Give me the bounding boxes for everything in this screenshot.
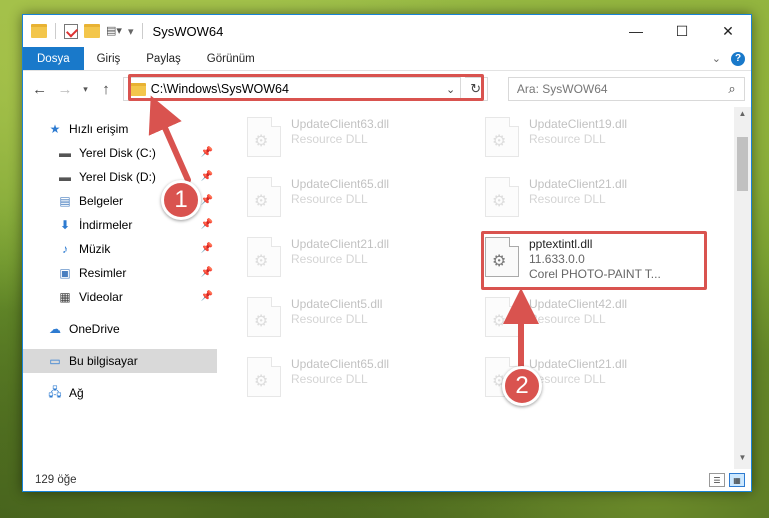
step-2-badge: 2: [502, 366, 542, 406]
scroll-up-icon[interactable]: ▲: [734, 109, 751, 123]
dll-file-icon: ⚙: [485, 177, 519, 217]
tab-share[interactable]: Paylaş: [133, 47, 194, 70]
documents-icon: ▤: [59, 194, 71, 208]
network-icon: 🖧: [48, 384, 62, 399]
file-tile[interactable]: ⚙ UpdateClient42.dll Resource DLL: [485, 297, 705, 343]
forward-arrow-icon[interactable]: →: [54, 81, 75, 98]
pin-icon[interactable]: 📌: [201, 147, 213, 158]
tab-file[interactable]: Dosya: [23, 47, 84, 70]
pin-icon[interactable]: 📌: [201, 267, 213, 278]
window-controls: — ☐ ✕: [613, 15, 751, 47]
navigation-pane: ★ Hızlı erişim ▬ Yerel Disk (C:) 📌 ▬ Yer…: [23, 107, 217, 469]
title-bar: ▤▾ ▾ SysWOW64 — ☐ ✕: [23, 15, 751, 47]
customize-toolbar-icon[interactable]: ▾: [128, 25, 134, 38]
folder-icon: [31, 24, 47, 38]
file-highlight-box: [481, 231, 707, 290]
maximize-button[interactable]: ☐: [659, 15, 705, 47]
file-tile[interactable]: ⚙ UpdateClient19.dll Resource DLL: [485, 117, 705, 163]
scroll-down-icon[interactable]: ▼: [734, 453, 751, 467]
tab-view[interactable]: Görünüm: [194, 47, 268, 70]
address-highlight-box: [128, 74, 484, 101]
up-arrow-icon[interactable]: ↑: [95, 81, 116, 98]
tab-home[interactable]: Giriş: [84, 47, 134, 70]
computer-icon: ▭: [49, 354, 61, 368]
file-tile[interactable]: ⚙ UpdateClient5.dll Resource DLL: [247, 297, 467, 343]
music-icon: ♪: [62, 242, 68, 256]
sidebar-item-this-pc[interactable]: ▭ Bu bilgisayar: [23, 349, 217, 373]
tiles-view-icon[interactable]: ▦: [729, 473, 745, 487]
sidebar-item-quick-access[interactable]: ★ Hızlı erişim: [23, 117, 217, 141]
ribbon: Dosya Giriş Paylaş Görünüm ⌄ ?: [23, 47, 751, 71]
search-icon[interactable]: ⌕: [720, 81, 744, 97]
dll-file-icon: ⚙: [485, 117, 519, 157]
file-tile[interactable]: ⚙ UpdateClient65.dll Resource DLL: [247, 177, 467, 223]
dll-file-icon: ⚙: [247, 177, 281, 217]
file-tile[interactable]: ⚙ UpdateClient65.dll Resource DLL: [247, 357, 467, 403]
drive-icon: ▬: [59, 146, 71, 160]
pin-icon[interactable]: 📌: [201, 219, 213, 230]
step-1-badge: 1: [161, 180, 201, 220]
dll-file-icon: ⚙: [247, 297, 281, 337]
sidebar-item-music[interactable]: ♪ Müzik 📌: [23, 237, 217, 261]
minimize-button[interactable]: —: [613, 15, 659, 47]
sidebar-item-pictures[interactable]: ▣ Resimler 📌: [23, 261, 217, 285]
pictures-icon: ▣: [59, 266, 71, 280]
vertical-scrollbar[interactable]: ▲ ▼: [734, 107, 751, 469]
dll-file-icon: ⚙: [247, 117, 281, 157]
pin-icon[interactable]: 📌: [201, 243, 213, 254]
drive-icon: ▬: [59, 170, 71, 184]
scrollbar-thumb[interactable]: [737, 137, 748, 191]
dll-file-icon: ⚙: [485, 297, 519, 337]
search-box[interactable]: Ara: SysWOW64 ⌕: [507, 77, 746, 101]
back-arrow-icon[interactable]: ←: [29, 81, 50, 98]
quick-access-toolbar: ▤▾ ▾: [23, 23, 145, 39]
status-bar: 129 öğe ☰ ▦: [23, 469, 751, 491]
recent-locations-icon[interactable]: ▾: [80, 84, 92, 95]
expand-ribbon-icon[interactable]: ⌄: [712, 52, 721, 65]
pin-icon[interactable]: 📌: [201, 195, 213, 206]
file-tile[interactable]: ⚙ UpdateClient21.dll Resource DLL: [485, 177, 705, 223]
item-count: 129 öğe: [35, 474, 77, 486]
star-icon: ★: [49, 122, 61, 136]
videos-icon: ▦: [59, 290, 71, 304]
dll-file-icon: ⚙: [247, 357, 281, 397]
search-placeholder[interactable]: Ara: SysWOW64: [517, 82, 720, 96]
pin-icon[interactable]: 📌: [201, 171, 213, 182]
view-options-icon[interactable]: ▤▾: [106, 24, 122, 38]
close-button[interactable]: ✕: [705, 15, 751, 47]
sidebar-item-videos[interactable]: ▦ Videolar 📌: [23, 285, 217, 309]
dll-file-icon: ⚙: [247, 237, 281, 277]
file-tile[interactable]: ⚙ UpdateClient21.dll Resource DLL: [247, 237, 467, 283]
sidebar-item-onedrive[interactable]: ☁ OneDrive: [23, 317, 217, 341]
help-icon[interactable]: ?: [731, 51, 745, 66]
pin-icon[interactable]: 📌: [201, 291, 213, 302]
window-title: SysWOW64: [152, 23, 224, 39]
file-tile[interactable]: ⚙ UpdateClient63.dll Resource DLL: [247, 117, 467, 163]
sidebar-item-local-disk-c[interactable]: ▬ Yerel Disk (C:) 📌: [23, 141, 217, 165]
sidebar-item-network[interactable]: 🖧 Ağ: [23, 381, 217, 405]
details-view-icon[interactable]: ☰: [709, 473, 725, 487]
new-folder-icon[interactable]: [84, 24, 100, 38]
cloud-icon: ☁: [49, 322, 61, 336]
properties-icon[interactable]: [64, 23, 78, 39]
download-icon: ⬇: [59, 218, 71, 232]
